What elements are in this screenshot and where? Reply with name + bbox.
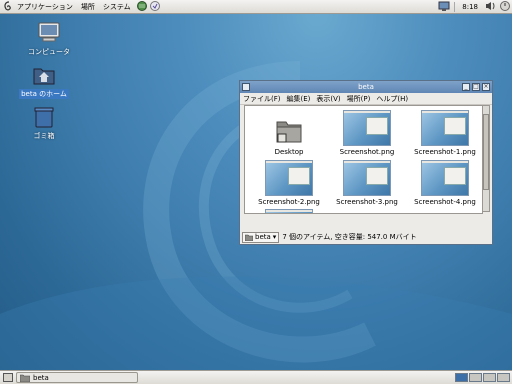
- location-combo[interactable]: beta ▾: [242, 231, 280, 243]
- status-text: 7 個のアイテム, 空き容量: 547.0 Mバイト: [282, 233, 417, 241]
- file-name: Screenshot-4.png: [414, 198, 476, 206]
- menu-system[interactable]: システム: [99, 0, 135, 14]
- desktop-icon-label: beta のホーム: [19, 89, 69, 99]
- menu-go[interactable]: 場所(P): [344, 94, 374, 104]
- minimize-button[interactable]: _: [462, 83, 470, 91]
- image-thumbnail: [265, 209, 313, 213]
- file-icon-view[interactable]: Desktop Screenshot.png Screenshot-1.png …: [244, 105, 483, 214]
- menu-help[interactable]: ヘルプ(H): [373, 94, 411, 104]
- file-name: Screenshot-3.png: [336, 198, 398, 206]
- volume-icon[interactable]: [485, 1, 496, 13]
- file-item-screenshot-2[interactable]: Screenshot-2.png: [251, 160, 327, 206]
- desktop-icon-trash[interactable]: ゴミ箱: [14, 106, 74, 141]
- network-icon[interactable]: [438, 1, 450, 14]
- window-titlebar[interactable]: beta _ □ ×: [240, 81, 492, 93]
- separator: [454, 2, 456, 12]
- desktop-icon-label: コンピュータ: [28, 48, 70, 56]
- quit-icon[interactable]: [500, 1, 510, 13]
- image-thumbnail: [343, 160, 391, 196]
- file-name: Desktop: [274, 148, 304, 156]
- location-label: beta: [255, 232, 271, 241]
- image-thumbnail: [343, 110, 391, 146]
- image-thumbnail: [421, 110, 469, 146]
- file-name: Screenshot-2.png: [258, 198, 320, 206]
- file-name: Screenshot.png: [339, 148, 395, 156]
- file-item-partial[interactable]: [251, 209, 327, 213]
- workspace-4[interactable]: [497, 373, 510, 382]
- status-bar: beta ▾ 7 個のアイテム, 空き容量: 547.0 Mバイト: [242, 231, 490, 243]
- menu-file[interactable]: ファイル(F): [240, 94, 284, 104]
- workspace-1[interactable]: [455, 373, 468, 382]
- computer-icon: [38, 22, 60, 42]
- mail-client-icon[interactable]: [149, 0, 160, 13]
- maximize-button[interactable]: □: [472, 83, 480, 91]
- menu-places[interactable]: 場所: [77, 0, 99, 14]
- show-desktop-icon[interactable]: [3, 373, 13, 384]
- folder-icon: [20, 374, 30, 382]
- workspace-switcher: [455, 373, 510, 382]
- task-label: beta: [33, 374, 49, 382]
- window-menu-icon[interactable]: [242, 83, 250, 91]
- scrollbar-thumb[interactable]: [483, 114, 489, 190]
- bottom-panel: beta: [0, 370, 512, 384]
- folder-icon: [245, 234, 253, 241]
- taskbar-button-beta[interactable]: beta: [16, 372, 138, 383]
- debian-logo-icon[interactable]: [3, 0, 13, 13]
- vertical-scrollbar[interactable]: [482, 105, 490, 212]
- clock[interactable]: 8:18: [459, 3, 481, 11]
- desktop-icon-computer[interactable]: コンピュータ: [19, 22, 79, 57]
- desktop-icon-label: ゴミ箱: [33, 132, 55, 140]
- menu-edit[interactable]: 編集(E): [284, 94, 314, 104]
- web-browser-icon[interactable]: [136, 0, 147, 13]
- home-folder-icon: [33, 68, 55, 85]
- image-thumbnail: [265, 160, 313, 196]
- file-item-screenshot-1[interactable]: Screenshot-1.png: [407, 110, 482, 156]
- window-menubar: ファイル(F) 編集(E) 表示(V) 場所(P) ヘルプ(H): [240, 93, 492, 105]
- file-item-screenshot[interactable]: Screenshot.png: [329, 110, 405, 156]
- notification-tray: 8:18: [438, 0, 510, 14]
- menu-applications[interactable]: アプリケーション: [13, 0, 77, 14]
- chevron-down-icon: ▾: [272, 232, 277, 241]
- image-thumbnail: [421, 160, 469, 196]
- workspace-2[interactable]: [469, 373, 482, 382]
- workspace-3[interactable]: [483, 373, 496, 382]
- file-item-screenshot-4[interactable]: Screenshot-4.png: [407, 160, 482, 206]
- close-button[interactable]: ×: [482, 83, 490, 91]
- file-manager-window: beta _ □ × ファイル(F) 編集(E) 表示(V) 場所(P) ヘルプ…: [239, 80, 493, 245]
- menu-view[interactable]: 表示(V): [313, 94, 343, 104]
- desktop-icon-home[interactable]: beta のホーム: [14, 64, 74, 99]
- file-name: Screenshot-1.png: [414, 148, 476, 156]
- trash-icon: [34, 107, 54, 128]
- window-title: beta: [358, 83, 374, 91]
- top-panel: アプリケーション 場所 システム 8:18: [0, 0, 512, 14]
- file-item-desktop[interactable]: Desktop: [251, 116, 327, 156]
- folder-icon: [276, 121, 302, 143]
- file-item-screenshot-3[interactable]: Screenshot-3.png: [329, 160, 405, 206]
